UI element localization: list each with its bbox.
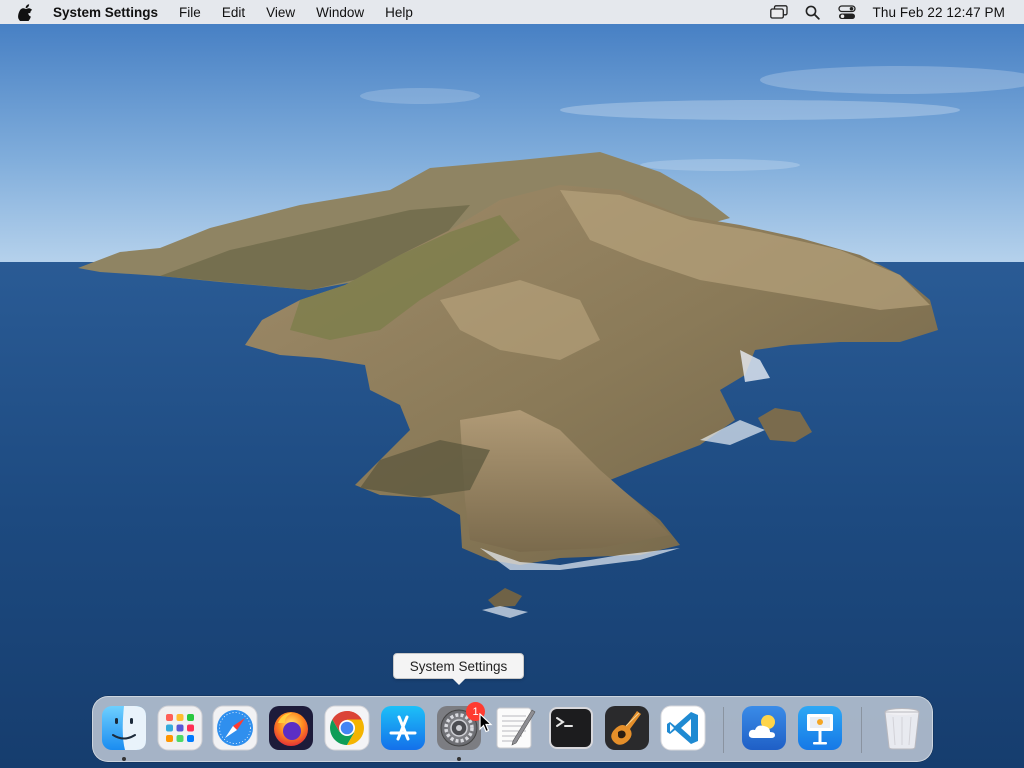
trash-icon bbox=[884, 708, 920, 750]
vscode-icon bbox=[660, 705, 706, 751]
menu-window[interactable]: Window bbox=[316, 5, 364, 20]
running-indicator-finder bbox=[122, 757, 126, 761]
dock-item-finder[interactable] bbox=[101, 705, 147, 751]
active-app-name[interactable]: System Settings bbox=[53, 5, 158, 20]
dock-item-weather[interactable] bbox=[741, 705, 787, 751]
textedit-icon bbox=[496, 707, 536, 749]
dock-item-safari[interactable] bbox=[212, 705, 258, 751]
dock-item-launchpad[interactable] bbox=[157, 705, 203, 751]
dock-item-system-settings[interactable]: 1 bbox=[436, 702, 485, 751]
dock-item-trash[interactable] bbox=[879, 705, 925, 751]
dock-item-keynote[interactable] bbox=[797, 705, 843, 751]
keynote-icon bbox=[798, 706, 842, 750]
apple-menu-icon[interactable] bbox=[18, 3, 34, 21]
running-indicator-system-settings bbox=[457, 757, 461, 761]
status-area: Thu Feb 22 12:47 PM bbox=[755, 0, 1024, 24]
dock-separator bbox=[861, 707, 862, 753]
dock-item-firefox[interactable] bbox=[268, 705, 314, 751]
menu-help[interactable]: Help bbox=[385, 5, 413, 20]
dock-tooltip-label: System Settings bbox=[409, 658, 508, 674]
menu-edit[interactable]: Edit bbox=[222, 5, 245, 20]
launchpad-icon bbox=[157, 705, 203, 751]
weather-icon bbox=[742, 706, 786, 750]
dock-item-vscode[interactable] bbox=[660, 705, 706, 751]
dock-separator bbox=[723, 707, 724, 753]
dock-item-textedit[interactable] bbox=[492, 705, 538, 751]
terminal-icon bbox=[549, 707, 593, 749]
finder-icon bbox=[102, 706, 146, 750]
chrome-icon bbox=[324, 705, 370, 751]
dock-item-app-store[interactable] bbox=[380, 705, 426, 751]
dock-item-garageband[interactable] bbox=[604, 705, 650, 751]
control-center-icon[interactable] bbox=[837, 3, 857, 21]
menu-view[interactable]: View bbox=[266, 5, 295, 20]
mouse-cursor-icon bbox=[479, 712, 493, 733]
tooltip-pointer bbox=[452, 678, 466, 685]
screen-mirroring-icon[interactable] bbox=[769, 3, 789, 21]
dock: 1 bbox=[92, 696, 933, 762]
garageband-icon bbox=[605, 706, 649, 750]
menu-file[interactable]: File bbox=[179, 5, 201, 20]
firefox-icon bbox=[269, 706, 313, 750]
menu-bar-clock[interactable]: Thu Feb 22 12:47 PM bbox=[873, 5, 1005, 20]
app-store-icon bbox=[381, 706, 425, 750]
dock-tooltip: System Settings bbox=[393, 653, 524, 685]
safari-icon bbox=[212, 705, 258, 751]
spotlight-search-icon[interactable] bbox=[803, 3, 823, 21]
dock-item-terminal[interactable] bbox=[548, 705, 594, 751]
dock-item-chrome[interactable] bbox=[324, 705, 370, 751]
menu-bar: System Settings File Edit View Window He… bbox=[0, 0, 1024, 24]
